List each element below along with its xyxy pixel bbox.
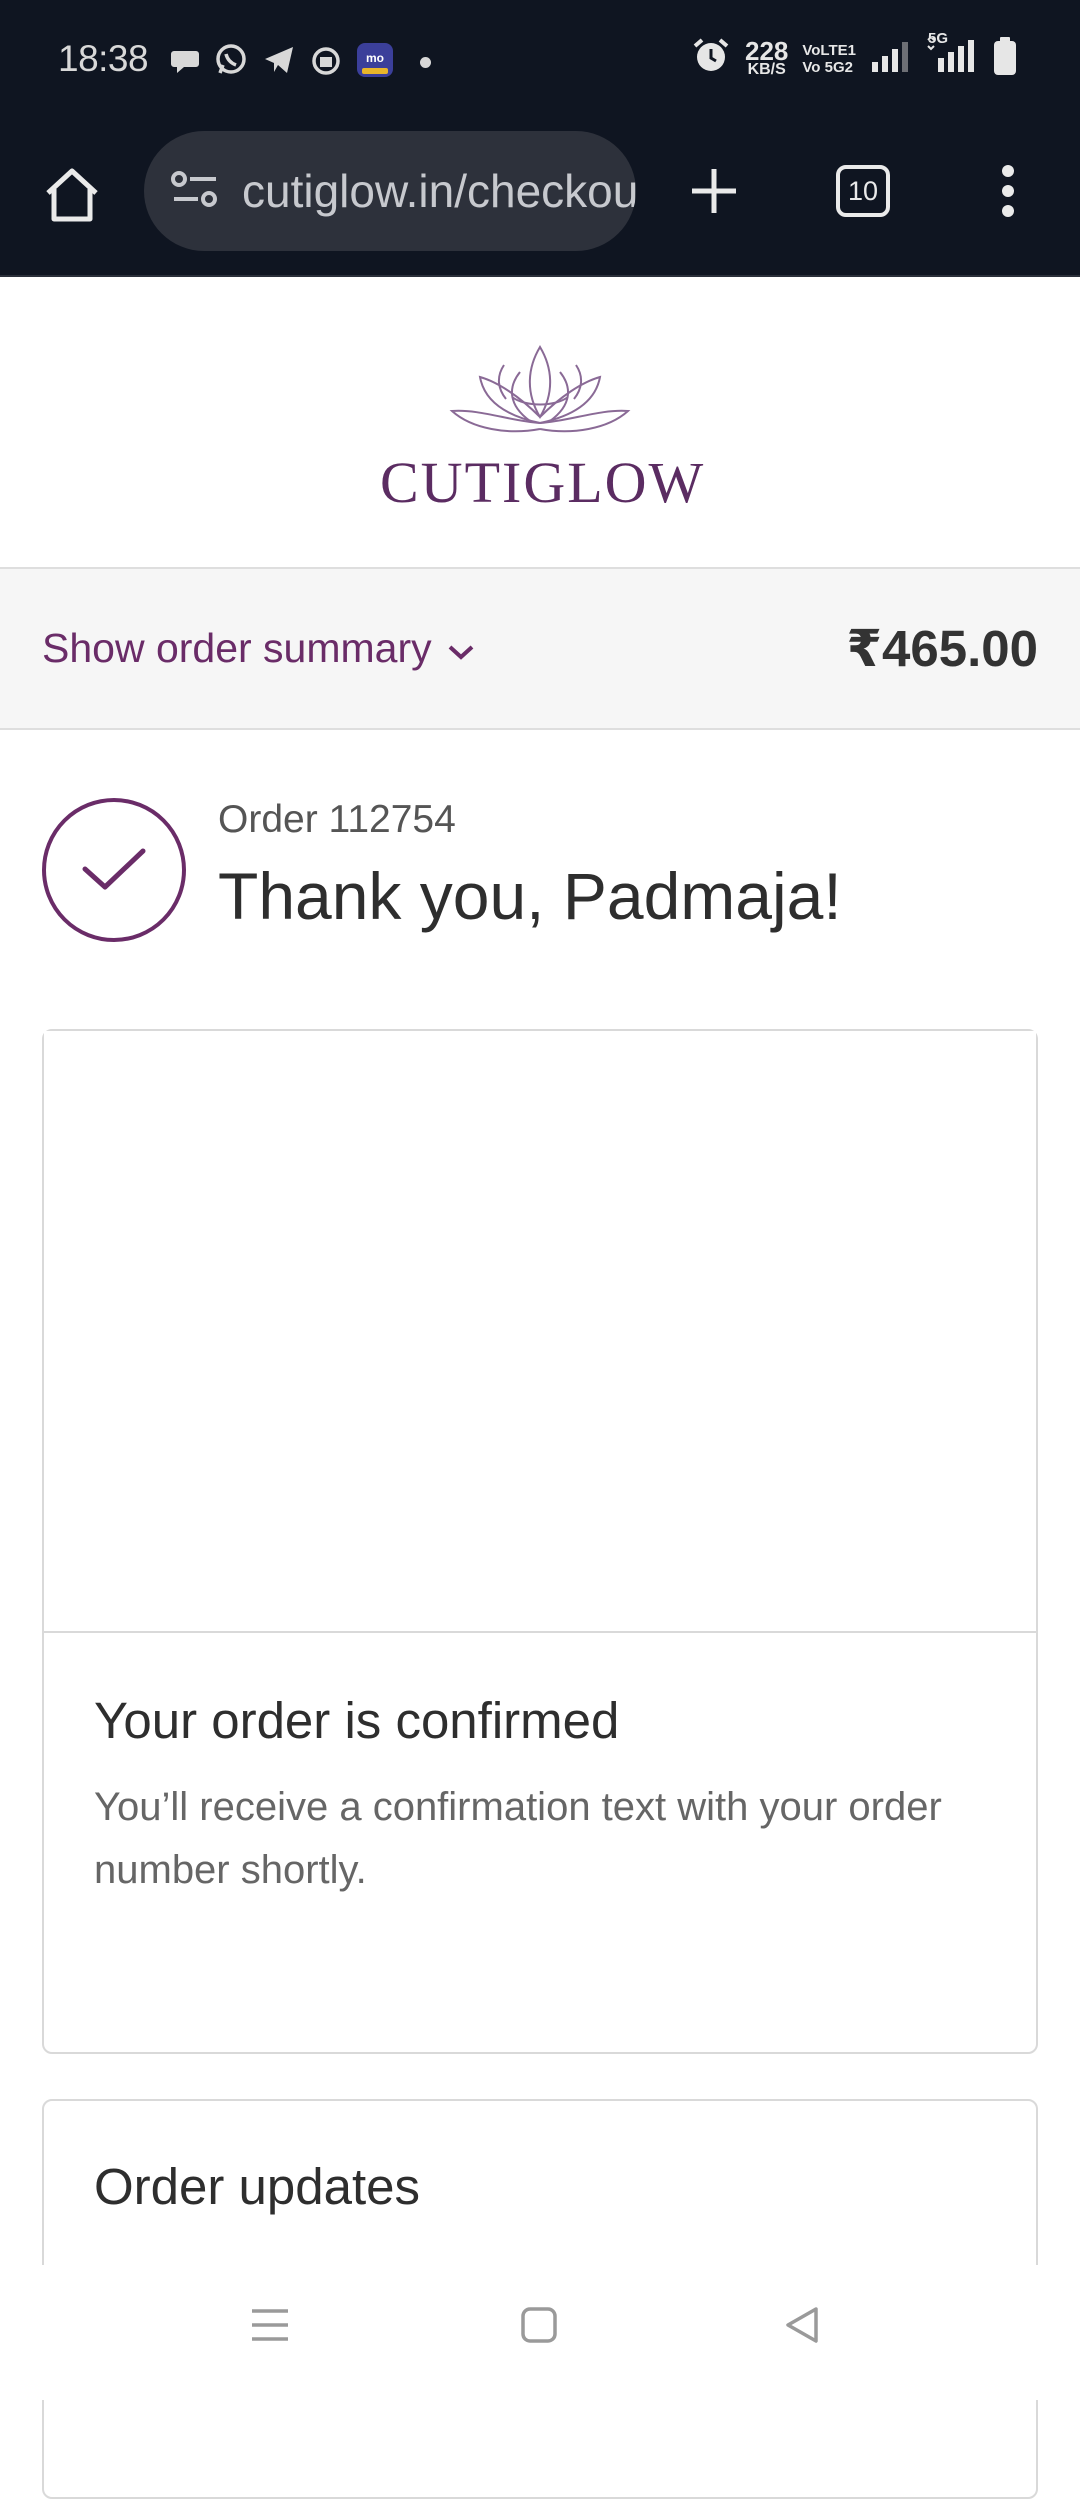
browser-toolbar: cutiglow.in/checkout 10	[0, 125, 1080, 277]
summary-toggle-label: Show order summary	[42, 625, 432, 671]
speed-unit: KB/S	[747, 60, 786, 78]
order-confirmed-card: Your order is confirmed You’ll receive a…	[42, 1029, 1038, 2054]
map-placeholder	[44, 1031, 1036, 1633]
order-updates-title: Order updates	[94, 2158, 421, 2215]
more-notifications-dot	[420, 57, 431, 68]
show-order-summary-button[interactable]: Show order summary	[42, 625, 476, 672]
url-text[interactable]: cutiglow.in/checkout	[242, 164, 636, 218]
svg-text:mo: mo	[366, 51, 384, 65]
volte-line-1: VoLTE1	[802, 41, 856, 59]
telegram-icon	[262, 43, 296, 82]
store-header: CUTIGLOW	[0, 277, 1080, 567]
shopping-bag-icon	[310, 44, 342, 81]
home-icon[interactable]	[519, 2305, 559, 2350]
status-time: 18:38	[58, 38, 149, 79]
whatsapp-icon	[214, 43, 248, 82]
notification-icons: mo	[170, 42, 431, 83]
network-speed: 228 KB/S	[745, 38, 788, 78]
more-menu-icon[interactable]	[1000, 163, 1016, 224]
app-badge-icon: mo	[356, 42, 394, 83]
thank-you-heading: Thank you, Padmaja!	[218, 859, 842, 933]
volte-line-2: Vo 5G2	[802, 58, 853, 76]
status-right-icons: 228 KB/S VoLTE1 Vo 5G2 5G	[691, 30, 1018, 81]
signal-sim2-icon: 5G	[924, 30, 978, 79]
home-icon[interactable]	[40, 163, 104, 232]
system-nav-bar	[0, 2265, 1080, 2400]
chat-bubble-icon	[170, 45, 200, 80]
volte-indicator: VoLTE1 Vo 5G2	[802, 42, 856, 76]
new-tab-icon[interactable]	[686, 163, 742, 224]
order-number: Order 112754	[218, 798, 456, 841]
order-total: ₹465.00	[846, 620, 1038, 677]
back-icon[interactable]	[782, 2305, 822, 2350]
signal-sim1-icon	[870, 38, 910, 79]
network-type: 5G	[928, 30, 949, 47]
logo-text: CUTIGLOW	[380, 450, 706, 515]
order-confirmed-title: Your order is confirmed	[94, 1692, 620, 1749]
store-logo[interactable]: CUTIGLOW	[380, 337, 703, 515]
order-summary-bar: Show order summary ₹465.00	[0, 567, 1080, 730]
status-bar: 18:38 mo 228 KB/S VoLTE1 Vo 5G2 5G	[0, 0, 1080, 125]
address-bar[interactable]: cutiglow.in/checkout	[144, 131, 636, 251]
alarm-icon	[691, 36, 731, 81]
order-confirmed-text: You’ll receive a confirmation text with …	[94, 1785, 942, 1892]
recent-apps-icon[interactable]	[250, 2305, 290, 2350]
lotus-logo-icon	[449, 345, 631, 433]
chevron-down-icon	[446, 625, 476, 672]
success-check-icon	[42, 798, 186, 942]
site-settings-icon[interactable]	[170, 169, 220, 214]
battery-icon	[992, 36, 1018, 81]
tab-switcher-button[interactable]: 10	[836, 165, 890, 217]
